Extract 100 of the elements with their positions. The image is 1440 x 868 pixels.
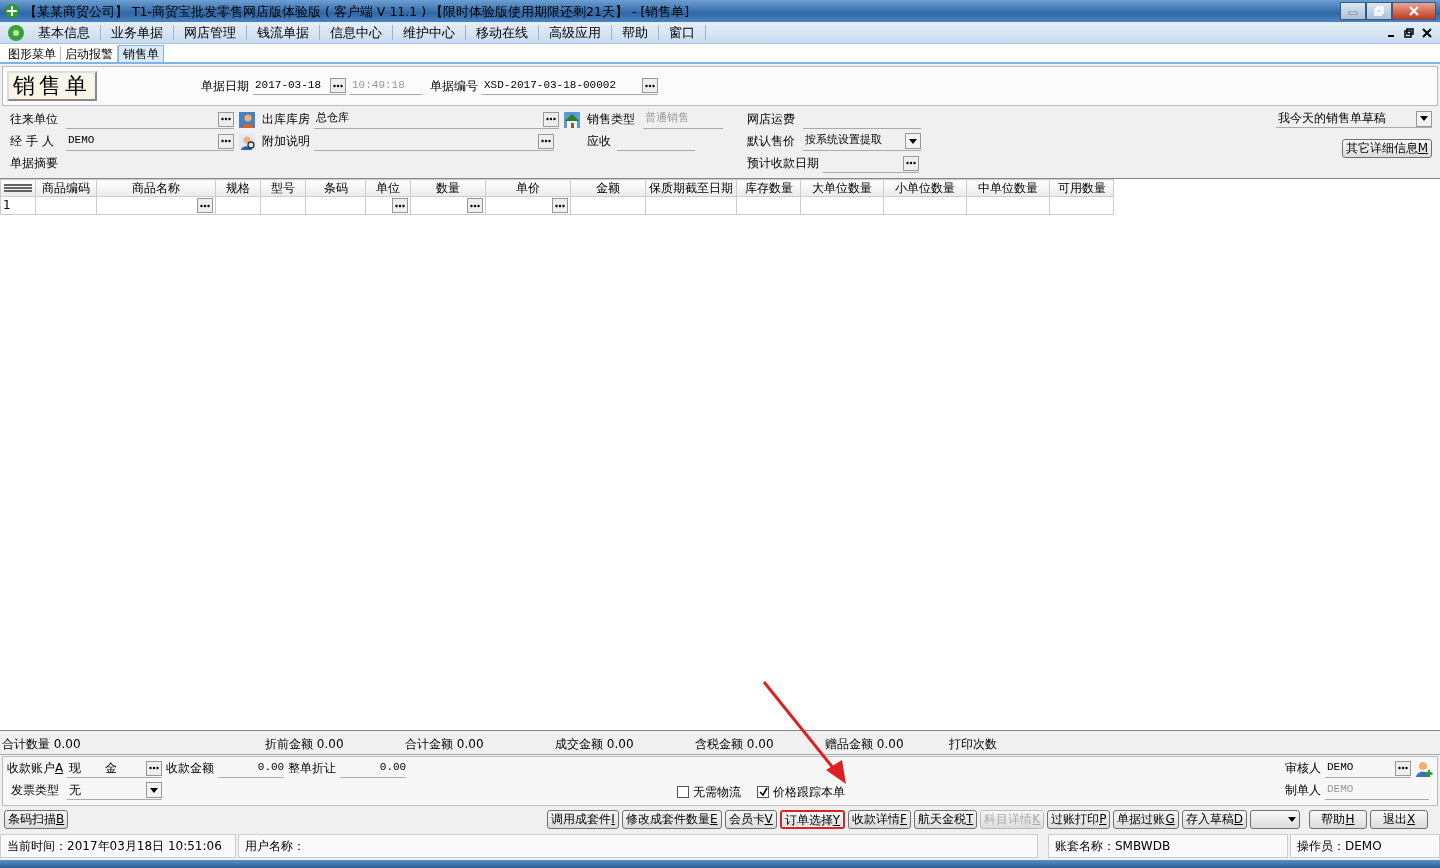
action-button[interactable]: 修改成套件数量E [621,809,722,829]
close-icon [1408,6,1420,16]
action-button[interactable]: 帮助H [1309,809,1367,829]
ellipsis-icon[interactable] [555,203,565,208]
field-label: 发票类型 [11,783,59,798]
ellipsis-icon[interactable] [541,139,551,143]
input-field[interactable]: 总仓库 [314,110,559,129]
column-header[interactable]: 规格 [215,179,261,197]
input-field[interactable]: DEMO [1325,759,1411,778]
minimize-button[interactable] [1340,2,1366,20]
column-header[interactable]: 小单位数量 [883,179,967,197]
action-button[interactable]: 过账打印P [1047,809,1111,829]
dropdown-button[interactable] [1250,809,1300,829]
ellipsis-icon[interactable] [221,117,231,121]
menu-item[interactable]: 网店管理 [174,25,247,40]
status-field: 当前时间：2017年03月18日 10:51:06 [0,834,236,858]
close-icon[interactable] [1422,27,1432,38]
house-icon[interactable] [563,110,581,129]
action-button[interactable]: 收款详情F [848,809,911,829]
field-label: 预计收款日期 [747,156,819,171]
action-button[interactable]: 订单选择Y [779,809,846,829]
input-field[interactable]: 现 金 [67,759,163,778]
menu-item[interactable]: 钱流单据 [247,25,320,40]
person-search-icon[interactable] [238,132,256,151]
checkbox[interactable]: 无需物流 [677,784,741,799]
input-field[interactable] [314,132,554,151]
column-header[interactable]: 库存数量 [736,179,801,197]
column-header[interactable]: 保质期截至日期 [645,179,737,197]
action-button[interactable]: 会员卡V [724,809,777,829]
menu-item[interactable]: 信息中心 [320,25,393,40]
draft-dropdown[interactable]: 我今天的销售单草稿 [1276,110,1432,128]
field-label: 应收 [587,134,612,149]
ellipsis-icon[interactable] [546,117,556,121]
input-field[interactable]: DEMO [66,132,234,151]
restore-icon[interactable] [1404,27,1414,38]
ellipsis-icon[interactable] [470,203,480,208]
field-label: 网店运费 [747,112,796,127]
ellipsis-icon[interactable] [333,83,343,88]
tab[interactable]: 图形菜单 [4,45,61,62]
close-button[interactable] [1392,2,1436,20]
column-header[interactable]: 可用数量 [1049,179,1114,197]
column-header[interactable]: 数量 [410,179,486,197]
menu-item[interactable]: 帮助 [612,25,659,40]
ellipsis-icon[interactable] [645,83,655,88]
input-field[interactable] [66,110,234,129]
menu-item[interactable]: 窗口 [659,25,706,40]
ellipsis-icon[interactable] [200,203,210,208]
menu-item[interactable]: 基本信息 [28,25,101,40]
input-field[interactable]: 2017-03-18 [253,77,346,95]
column-header[interactable]: 单位 [365,179,411,197]
action-button[interactable]: 航天金税T [913,809,978,829]
action-button[interactable]: 单据过账G [1113,809,1179,829]
checkbox[interactable]: 价格跟踪本单 [757,784,845,799]
user-add-icon[interactable] [1415,759,1433,778]
column-header[interactable]: 条码 [305,179,366,197]
person-icon[interactable] [238,110,256,129]
action-button[interactable]: 退出X [1370,809,1428,829]
ellipsis-icon[interactable] [221,139,231,143]
input-field[interactable]: 按系统设置提取 [803,132,921,151]
column-header[interactable]: 大单位数量 [800,179,884,197]
field-label: 附加说明 [262,134,310,149]
field-label: 单据编号 [430,78,478,94]
ellipsis-icon[interactable] [149,766,160,770]
column-header[interactable]: 中单位数量 [966,179,1050,197]
menu-item[interactable]: 维护中心 [393,25,466,40]
menu-item[interactable]: 高级应用 [539,25,612,40]
restore-button[interactable] [1366,2,1392,20]
total-field: 打印次数 [949,737,1039,752]
action-button[interactable]: 条码扫描B [4,809,69,829]
column-header[interactable]: 商品名称 [96,179,216,197]
caret-icon[interactable] [1420,116,1428,121]
column-header[interactable]: 金额 [570,179,646,197]
ellipsis-icon[interactable] [395,203,405,208]
row-number: 1 [0,196,36,215]
input-field[interactable] [823,154,919,173]
field-label: 单据摘要 [10,156,59,171]
tab[interactable]: 销售单 [118,44,164,62]
action-button[interactable]: 调用成套件I [547,809,619,829]
total-field: 含税金额 0.00 [695,737,825,752]
app-logo-icon [6,22,26,43]
field-label: 经 手 人 [10,134,55,149]
ellipsis-icon[interactable] [1398,766,1408,770]
input-field[interactable]: 0.00 [340,759,407,778]
column-header[interactable]: 单价 [485,179,571,197]
input-field[interactable]: 0.00 [218,759,285,778]
column-header[interactable]: 商品编码 [35,179,97,197]
details-button[interactable]: 其它详细信息M [1341,139,1432,158]
caret-icon[interactable] [909,138,917,144]
ellipsis-icon[interactable] [906,161,916,165]
menu-item[interactable]: 业务单据 [101,25,174,40]
menu-item[interactable]: 移动在线 [466,25,539,40]
row-header-icon[interactable] [4,184,32,193]
input-field[interactable]: 无 [67,781,162,800]
action-button[interactable]: 存入草稿D [1181,809,1247,829]
input-field[interactable]: XSD-2017-03-18-00002 [482,77,658,95]
caret-icon[interactable] [150,787,158,793]
caret-icon [1288,816,1296,822]
column-header[interactable]: 型号 [260,179,306,197]
total-field: 合计金额 0.00 [405,737,555,752]
status-field: 账套名称：SMBWDB [1048,834,1288,858]
